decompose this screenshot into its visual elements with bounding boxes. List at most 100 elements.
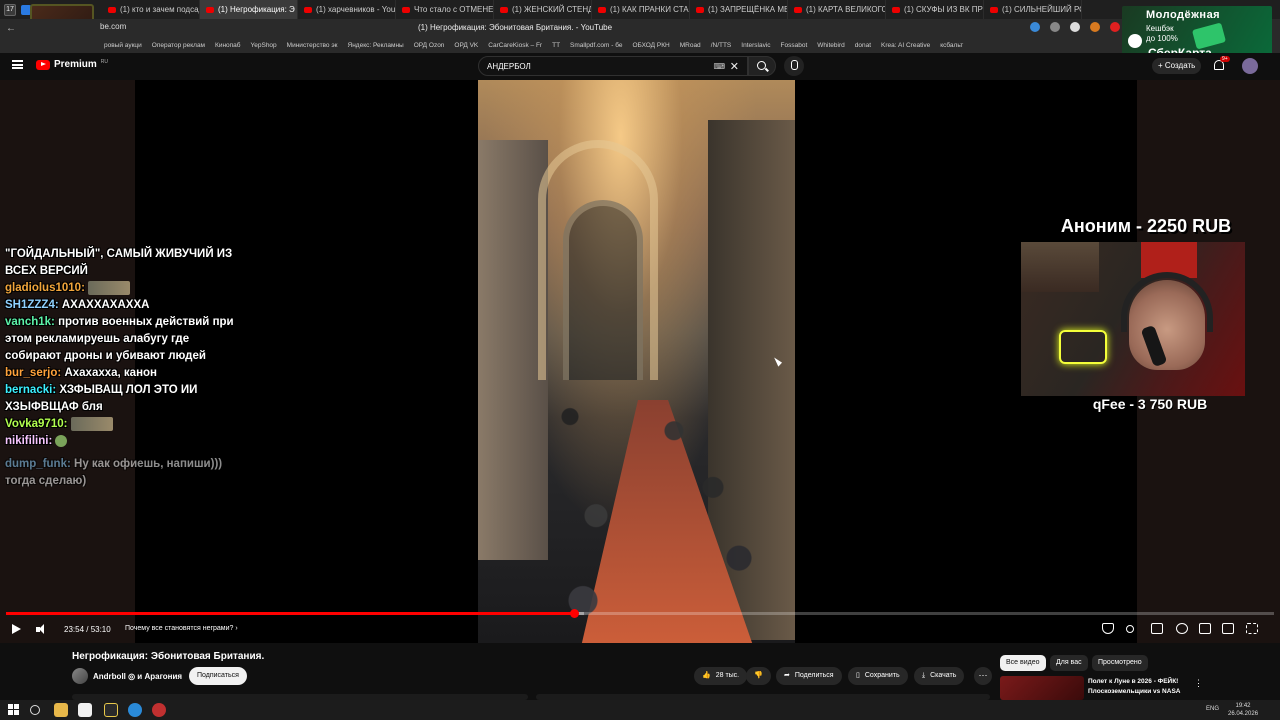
browser-tab[interactable]: (1) СКУФЫ ИЗ ВК ПРОБ× [886,0,984,19]
ad-banner[interactable]: Молодёжная Кешбэк до 100% СберКарта [1122,6,1272,60]
player-controls: 23:54 / 53:10 Почему все становятся негр… [0,619,1280,641]
video-player[interactable]: "ГОЙДАЛЬНЫЙ", САМЫЙ ЖИВУЧИЙ ИЗ ВСЕХ ВЕРС… [0,80,1280,643]
bookmark-item[interactable]: Яндекс: Рекламны [348,42,404,49]
extension-icon[interactable] [1030,22,1040,32]
browser-tab[interactable]: (1) ЖЕНСКИЙ СТЕНДАП× [494,0,592,19]
download-button[interactable]: ⤓ Скачать [914,667,965,685]
save-button[interactable]: ▯ Сохранить [848,667,908,685]
play-icon[interactable] [12,624,21,634]
tab-count-button[interactable]: 17 [4,3,16,16]
filter-chip[interactable]: Просмотрено [1092,655,1148,671]
bookmark-item[interactable]: Smallpdf.com - бе [570,42,622,49]
bookmark-item[interactable]: CarCareKiosk – Fr [488,42,542,49]
bookmark-item[interactable]: ОБХОД РКН [632,42,669,49]
browser-tab[interactable]: (1) КАК ПРАНКИ СТАЛИ× [592,0,690,19]
bookmark-item[interactable]: ОРД VK [454,42,478,49]
volume-icon[interactable] [36,624,47,635]
chat-emote-icon [88,280,131,295]
bookmark-item[interactable]: donat [855,42,871,49]
clock[interactable]: 19:42 26.04.2026 [1228,702,1258,718]
channel-avatar[interactable] [72,668,88,684]
like-button[interactable]: 👍 28 тыс. [694,667,748,685]
cast-icon[interactable] [1222,623,1234,634]
notifications-icon[interactable]: 9+ [1214,56,1230,70]
bookmark-item[interactable]: Fossabot [781,42,808,49]
clear-search-icon[interactable]: ✕ [730,60,739,73]
browser-tab[interactable]: (1) харчевников - YouTu× [298,0,396,19]
extension-icon[interactable] [1110,22,1120,32]
chat-username: Vovka9710 [5,418,64,430]
yandex-browser-icon[interactable] [78,703,92,717]
time-display: 23:54 / 53:10 [64,625,111,634]
donation-alert-bottom: qFee - 3 750 RUB [1092,396,1208,412]
bookmark-item[interactable]: MRoad [680,42,701,49]
obs-icon[interactable] [152,703,166,717]
bookmark-item[interactable]: Whitebird [817,42,844,49]
filter-chip[interactable]: Все видео [1000,655,1046,671]
bookmark-item[interactable]: Interslavic [741,42,770,49]
bookmark-item[interactable]: ОРД Ozon [414,42,445,49]
donation-alert-top: Аноним - 2250 RUB [1060,216,1232,236]
dislike-button[interactable]: 👎 [746,667,771,685]
search-icon[interactable] [30,705,40,715]
extension-icon[interactable] [1090,22,1100,32]
bookmark-item[interactable]: Оператор реклам [152,42,205,49]
recommendation-thumbnail[interactable] [1000,676,1084,700]
bookmark-item[interactable]: ровый аукци [104,42,142,49]
chat-message: vanch1k: против военных действий при это… [5,314,235,365]
subscribe-button[interactable]: Подписаться [189,667,247,685]
search-button[interactable] [748,56,776,76]
recommendation-menu-icon[interactable]: ⋮ [1194,678,1203,689]
avatar[interactable] [1242,58,1258,74]
start-icon[interactable] [8,704,19,715]
youtube-logo[interactable]: Premium RU [36,59,108,70]
voice-search-icon[interactable] [784,56,804,76]
bookmark-item[interactable]: YepShop [251,42,277,49]
telegram-icon[interactable] [128,703,142,717]
progress-bar[interactable] [6,609,1274,618]
fullscreen-icon[interactable] [1246,623,1258,634]
youtube-favicon-icon [990,6,998,13]
bookmark-item[interactable]: TT [552,42,560,49]
settings-gear-icon[interactable] [1176,623,1188,634]
extension-icon[interactable] [1070,22,1080,32]
bookmark-item[interactable]: Министерство эк [287,42,338,49]
app-icon[interactable] [104,703,118,717]
browser-tab[interactable]: (1) кто и зачем подсади× [102,0,200,19]
browser-tab[interactable]: Что стало с ОТМЕНЕ× [396,0,494,19]
logo-region: RU [100,58,109,65]
menu-icon[interactable] [12,60,23,69]
miniplayer-icon[interactable] [1199,623,1211,634]
extension-icon[interactable] [1050,22,1060,32]
browser-tab[interactable]: (1) СИЛЬНЕЙШИЙ РОЛ× [984,0,1082,19]
chat-username: gladiolus1010 [5,282,82,294]
share-label: Поделиться [794,672,834,679]
share-button[interactable]: ➦ Поделиться [776,667,842,685]
autoplay-toggle-icon[interactable] [1126,625,1134,633]
save-label: Сохранить [864,672,900,679]
browser-tab[interactable]: (1) ЗАПРЕЩЁНКА МЕСС× [690,0,788,19]
recommendation-title[interactable]: Полет к Луне в 2026 - ФЕЙК! Плоскоземель… [1088,677,1188,697]
bookmark-item[interactable]: ксбальт [940,42,963,49]
browser-tab[interactable]: (1) КАРТА ВЕЛИКОГО П× [788,0,886,19]
youtube-favicon-icon [598,6,606,13]
chat-separator: : [54,299,62,311]
chapter-title[interactable]: Почему все становятся неграми? › [125,625,238,632]
filter-chip[interactable]: Для вас [1050,655,1088,671]
youtube-favicon-icon [500,6,508,13]
bookmark-item[interactable]: Кинопаб [215,42,240,49]
windows-taskbar: ENG 19:42 26.04.2026 [0,700,1280,720]
shield-icon[interactable] [1102,623,1114,634]
language-indicator[interactable]: ENG [1206,706,1219,712]
search-input[interactable]: АНДЕРБОЛ ⌨ ✕ [478,56,748,76]
more-actions-button[interactable]: ⋯ [974,667,992,685]
scrubber-handle[interactable] [570,609,580,618]
bookmark-item[interactable]: Krea: AI Creative [881,42,930,49]
bookmark-item[interactable]: /N/TTS [711,42,732,49]
keyboard-icon[interactable]: ⌨ [713,62,725,71]
browser-tab[interactable]: (1) Негрофикация: Э× [200,0,298,19]
file-explorer-icon[interactable] [54,703,68,717]
subtitles-icon[interactable] [1151,623,1163,634]
channel-name[interactable]: Andrboll ◎ и Арагония [93,672,182,681]
create-button[interactable]: + Создать [1152,58,1202,74]
